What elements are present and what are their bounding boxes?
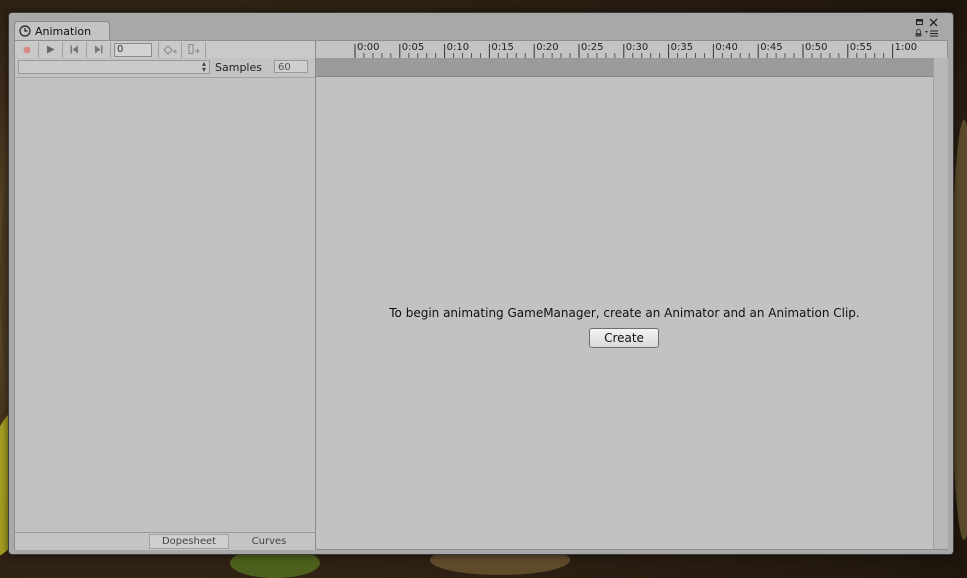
close-icon[interactable] — [929, 18, 938, 30]
tab-strip: Animation — [9, 13, 953, 40]
tab-label: Animation — [35, 24, 92, 38]
play-button[interactable] — [39, 41, 63, 58]
ruler-tick-label: 0:05 — [401, 42, 425, 53]
tab-dopesheet[interactable]: Dopesheet — [149, 534, 229, 549]
clock-icon — [19, 25, 31, 37]
ruler-tick-label: 1:00 — [894, 42, 918, 53]
ruler-tick-label: 0:45 — [760, 42, 783, 53]
ruler-tick-label: 0:00 — [357, 42, 380, 53]
tab-animation[interactable]: Animation — [14, 21, 110, 40]
next-frame-icon — [95, 45, 103, 54]
playback-toolbar: 0 — [15, 41, 315, 59]
empty-state-message: To begin animating GameManager, create a… — [389, 306, 860, 320]
ruler-tick-label: 0:10 — [446, 42, 470, 53]
add-event-button[interactable] — [182, 41, 206, 58]
ruler-tick-label: 0:55 — [849, 42, 873, 53]
property-list — [15, 78, 315, 532]
left-panel: 0 ▴ ▾ Samples 60 Dopesheet Curves — [15, 41, 316, 550]
up-down-arrows-icon: ▴ ▾ — [201, 59, 206, 74]
ruler-tick-label: 0:35 — [670, 42, 694, 53]
timeline-panel: 0:00 0:05 0:10 0:15 0:20 0:25 0:30 0:35 0:40 0:45… — [316, 41, 948, 549]
play-icon — [47, 45, 55, 54]
ruler-tick-label: 0:15 — [491, 42, 514, 53]
clip-bar: ▴ ▾ Samples 60 — [15, 58, 315, 78]
context-menu-icon[interactable] — [925, 30, 938, 40]
samples-field[interactable]: 60 — [274, 60, 308, 73]
event-bar[interactable] — [316, 58, 933, 77]
add-keyframe-button[interactable] — [158, 41, 182, 58]
samples-label: Samples — [215, 61, 262, 74]
lock-icon[interactable] — [915, 29, 922, 40]
ruler-tick-label: 0:20 — [536, 42, 559, 53]
ruler-tick-label: 0:25 — [581, 42, 604, 53]
ruler-tick-label: 0:30 — [625, 42, 649, 53]
previous-frame-icon — [70, 45, 78, 54]
add-event-icon — [188, 44, 199, 54]
create-button[interactable]: Create — [589, 328, 659, 348]
record-icon — [23, 46, 30, 53]
vertical-scrollbar[interactable] — [933, 58, 948, 549]
next-keyframe-button[interactable] — [87, 41, 111, 58]
ruler-tick-label: 0:50 — [805, 42, 828, 53]
ruler-tick-label: 0:40 — [715, 42, 738, 53]
previous-keyframe-button[interactable] — [63, 41, 87, 58]
dopesheet-area: To begin animating GameManager, create a… — [316, 77, 947, 549]
clip-dropdown[interactable]: ▴ ▾ — [18, 60, 210, 74]
tab-curves[interactable]: Curves — [229, 534, 309, 549]
frame-input[interactable]: 0 — [114, 42, 152, 57]
animation-window: Animation 0 ▴ ▾ Samples 60 Dopesheet Cur… — [8, 12, 954, 555]
maximize-icon[interactable] — [916, 19, 923, 29]
add-keyframe-icon — [163, 44, 177, 55]
view-mode-tabs: Dopesheet Curves — [15, 532, 315, 550]
record-button[interactable] — [15, 41, 39, 58]
animation-content: 0 ▴ ▾ Samples 60 Dopesheet Curves 0:00 0… — [14, 40, 948, 550]
time-ruler[interactable]: 0:00 0:05 0:10 0:15 0:20 0:25 0:30 0:35 0:40 0:45… — [316, 41, 947, 59]
